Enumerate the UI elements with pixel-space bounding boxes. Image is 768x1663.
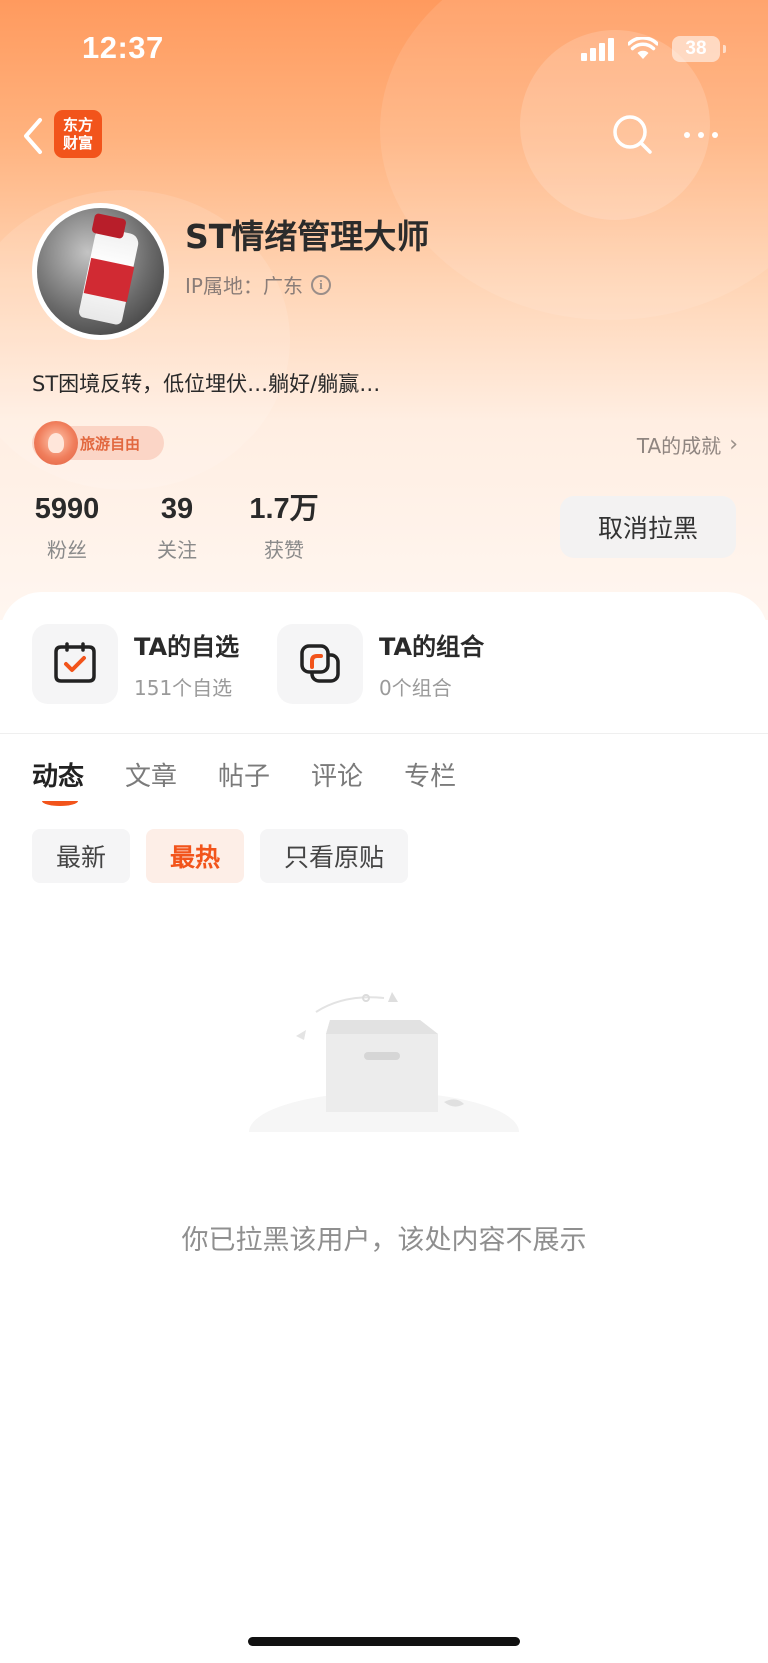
status-icons: 38 bbox=[581, 36, 726, 62]
stat-likes[interactable]: 1.7万 获赞 bbox=[249, 492, 319, 563]
more-dot-icon bbox=[712, 132, 718, 138]
stat-followers[interactable]: 5990 粉丝 bbox=[32, 492, 102, 563]
badge-label: 旅游自由 bbox=[80, 434, 141, 453]
medal-icon bbox=[34, 421, 78, 465]
shortcut-title: TA的组合 bbox=[379, 633, 485, 661]
stat-label: 粉丝 bbox=[47, 538, 87, 562]
search-button[interactable] bbox=[610, 112, 656, 158]
shortcut-title: TA的自选 bbox=[134, 633, 240, 661]
app-logo[interactable]: 东方 财富 bbox=[54, 110, 102, 158]
stat-value: 39 bbox=[160, 493, 194, 525]
stat-following[interactable]: 39 关注 bbox=[142, 492, 212, 563]
achievements-label: TA的成就 bbox=[636, 434, 722, 458]
chevron-right-icon: › bbox=[729, 432, 738, 457]
logo-text-line1: 东方 bbox=[62, 116, 93, 134]
username: ST情绪管理大师 bbox=[185, 217, 430, 256]
cellular-signal-icon bbox=[581, 37, 614, 61]
tab-articles[interactable]: 文章 bbox=[125, 756, 177, 793]
tab-dynamics[interactable]: 动态 bbox=[32, 756, 84, 793]
portfolio-icon-box bbox=[277, 624, 363, 704]
profile-page: 12:37 38 东方 财富 ST情绪管理大师 IP属地：广东 i ST困境反转… bbox=[0, 0, 768, 1663]
logo-text-line2: 财富 bbox=[62, 134, 93, 152]
watchlist-icon-box bbox=[32, 624, 118, 704]
ip-location-row: IP属地：广东 i bbox=[185, 270, 331, 299]
tab-posts[interactable]: 帖子 bbox=[218, 756, 270, 793]
avatar[interactable] bbox=[32, 203, 169, 340]
back-button[interactable] bbox=[18, 114, 48, 158]
battery-icon: 38 bbox=[672, 36, 726, 62]
empty-box-illustration bbox=[234, 992, 534, 1172]
tab-columns[interactable]: 专栏 bbox=[404, 756, 456, 793]
more-dot-icon bbox=[684, 132, 690, 138]
section-divider bbox=[0, 733, 768, 734]
portfolio-icon bbox=[300, 644, 340, 683]
stat-label: 关注 bbox=[157, 538, 197, 562]
search-icon bbox=[613, 115, 652, 154]
home-indicator bbox=[248, 1637, 520, 1646]
active-tab-indicator bbox=[42, 796, 78, 806]
stats-row: 5990 粉丝 39 关注 1.7万 获赞 bbox=[32, 492, 319, 563]
filter-chips: 最新 最热 只看原贴 bbox=[32, 829, 409, 883]
shortcut-subtitle: 151个自选 bbox=[134, 676, 233, 700]
achievements-link[interactable]: TA的成就 › bbox=[637, 430, 738, 459]
more-dot-icon bbox=[698, 132, 704, 138]
empty-state-message: 你已拉黑该用户，该处内容不展示 bbox=[181, 1225, 587, 1256]
travel-badge[interactable]: 旅游自由 bbox=[32, 421, 164, 465]
checkbox-icon bbox=[54, 642, 96, 683]
stat-value: 5990 bbox=[34, 493, 100, 525]
watchlist-shortcut[interactable]: TA的自选 151个自选 bbox=[32, 624, 239, 704]
stat-label: 获赞 bbox=[264, 538, 304, 562]
portfolio-shortcut[interactable]: TA的组合 0个组合 bbox=[277, 624, 484, 704]
user-bio: ST困境反转，低位埋伏…躺好/躺赢… bbox=[32, 372, 381, 396]
tab-comments[interactable]: 评论 bbox=[311, 756, 363, 793]
filter-original-only[interactable]: 只看原贴 bbox=[260, 829, 409, 883]
status-time: 12:37 bbox=[82, 30, 164, 65]
stat-value: 1.7万 bbox=[249, 493, 319, 525]
unblock-button[interactable]: 取消拉黑 bbox=[560, 496, 736, 558]
ip-location: IP属地：广东 bbox=[185, 274, 303, 298]
filter-latest[interactable]: 最新 bbox=[32, 829, 131, 883]
content-tabs: 动态 文章 帖子 评论 专栏 bbox=[32, 756, 456, 793]
more-options-button[interactable] bbox=[684, 122, 726, 148]
info-icon[interactable]: i bbox=[310, 274, 331, 295]
filter-hottest[interactable]: 最热 bbox=[146, 829, 245, 883]
wifi-icon bbox=[628, 37, 658, 59]
shortcut-subtitle: 0个组合 bbox=[379, 676, 452, 700]
chevron-left-icon bbox=[24, 118, 42, 154]
